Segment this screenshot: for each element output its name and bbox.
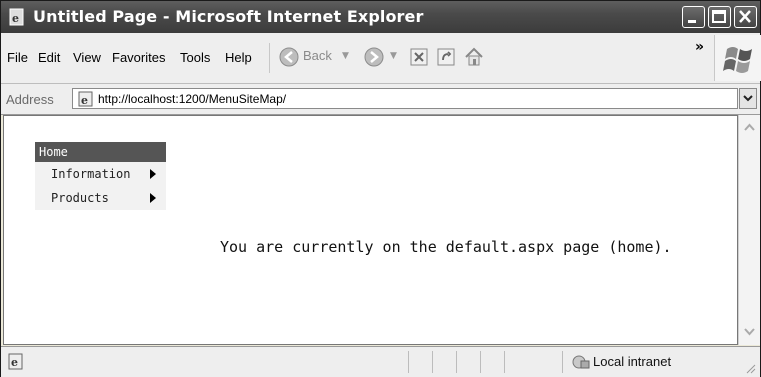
refresh-icon (437, 48, 455, 66)
close-icon (739, 10, 751, 23)
site-map-menu: Home Information Products (35, 142, 166, 210)
vertical-scrollbar[interactable] (738, 115, 760, 345)
minimize-icon (688, 20, 696, 23)
menu-tools[interactable]: Tools (180, 50, 210, 65)
scroll-down-icon (744, 328, 755, 336)
forward-icon (364, 47, 384, 67)
menu-favorites[interactable]: Favorites (112, 50, 165, 65)
status-divider (562, 351, 563, 373)
stop-icon (410, 48, 428, 66)
menu-file[interactable]: File (7, 50, 28, 65)
resize-grip-icon[interactable] (745, 363, 757, 375)
svg-text:e: e (12, 12, 19, 25)
menu-home-item[interactable]: Home (35, 142, 166, 162)
menu-view[interactable]: View (73, 50, 101, 65)
status-divider (432, 351, 433, 373)
stop-button[interactable] (410, 48, 428, 66)
ie-page-icon: e (7, 7, 27, 27)
menu-help[interactable]: Help (225, 50, 252, 65)
menu-item-label: Products (51, 191, 109, 205)
address-label: Address (6, 92, 54, 107)
submenu-arrow-icon (150, 169, 156, 179)
forward-dropdown-icon: ▼ (390, 51, 397, 61)
menu-item-products[interactable]: Products (35, 186, 166, 210)
status-divider (456, 351, 457, 373)
menu-item-label: Information (51, 167, 131, 181)
scroll-up-button[interactable] (741, 119, 758, 136)
menu-edit[interactable]: Edit (38, 50, 60, 65)
refresh-button[interactable] (437, 48, 455, 66)
back-button[interactable]: Back ▼ (278, 42, 366, 72)
status-divider (504, 351, 505, 373)
page-message: You are currently on the default.aspx pa… (220, 238, 672, 256)
address-input[interactable]: e http://localhost:1200/MenuSiteMap/ (72, 88, 738, 109)
scroll-down-button[interactable] (741, 323, 758, 340)
windows-logo-icon (723, 47, 752, 73)
intranet-icon (572, 355, 590, 369)
status-bar: e Local intranet (1, 346, 760, 377)
toolbar-divider (269, 43, 270, 73)
menu-item-information[interactable]: Information (35, 162, 166, 186)
status-divider (480, 351, 481, 373)
svg-text:e: e (81, 94, 88, 107)
window-title: Untitled Page - Microsoft Internet Explo… (33, 7, 424, 26)
address-bar: Address e http://localhost:1200/MenuSite… (1, 84, 760, 115)
windows-logo (714, 35, 761, 81)
menu-bar: File Edit View Favorites Tools Help Back… (1, 33, 761, 84)
chevron-down-icon (743, 95, 753, 102)
browser-window: e Untitled Page - Microsoft Internet Exp… (0, 0, 761, 377)
back-label: Back (303, 48, 332, 63)
home-icon (465, 47, 483, 66)
toolbar-overflow-button[interactable]: » (695, 39, 704, 55)
maximize-icon (712, 10, 726, 23)
status-divider (408, 351, 409, 373)
maximize-button[interactable] (708, 6, 731, 28)
back-icon (279, 47, 299, 67)
ie-page-icon: e (78, 91, 93, 107)
address-dropdown-button[interactable] (739, 88, 757, 109)
minimize-button[interactable] (682, 6, 705, 28)
home-button[interactable] (463, 46, 485, 68)
status-zone: Local intranet (593, 354, 672, 369)
page-content: Home Information Products You are curren… (3, 115, 738, 345)
close-button[interactable] (734, 6, 757, 28)
back-dropdown-icon: ▼ (342, 51, 349, 61)
submenu-arrow-icon (150, 193, 156, 203)
address-url: http://localhost:1200/MenuSiteMap/ (98, 92, 287, 106)
ie-page-icon: e (8, 353, 23, 370)
svg-text:e: e (11, 356, 18, 369)
title-bar: e Untitled Page - Microsoft Internet Exp… (1, 1, 760, 33)
scroll-up-icon (744, 123, 755, 131)
forward-button[interactable]: ▼ (363, 46, 403, 70)
